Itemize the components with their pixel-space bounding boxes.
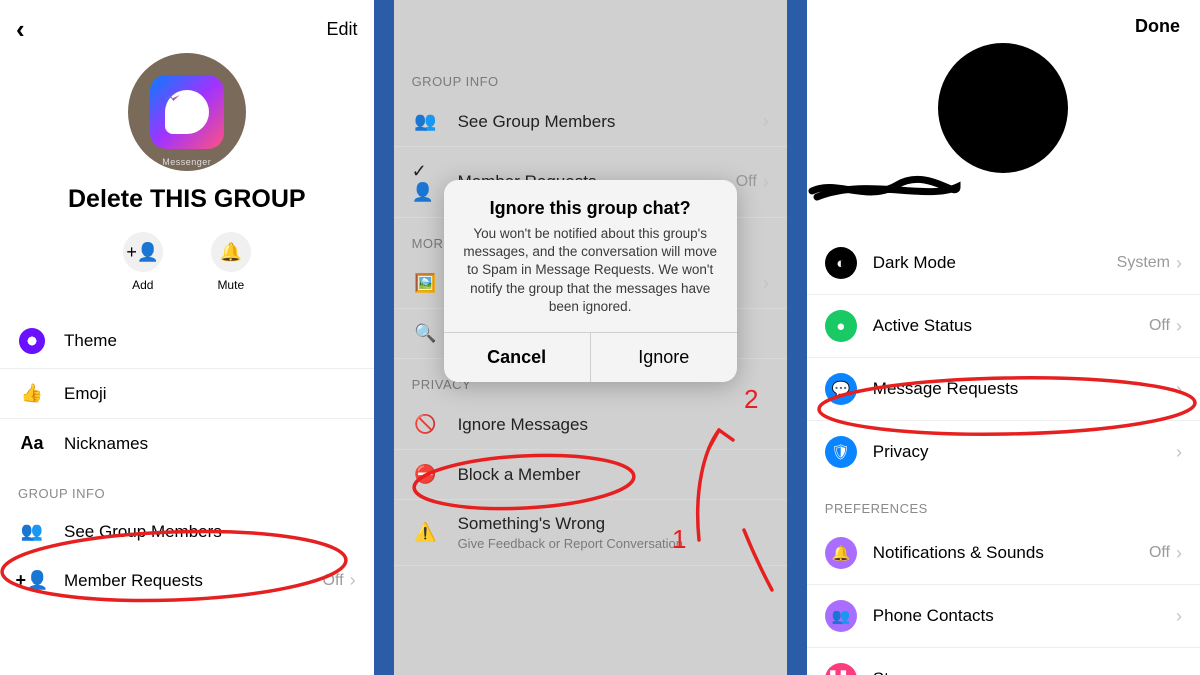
edit-button[interactable]: Edit <box>327 19 358 40</box>
ignore-button[interactable]: Ignore <box>590 333 737 382</box>
add-member-button[interactable]: +👤 Add <box>123 232 163 292</box>
group-title: Delete THIS GROUP <box>0 185 374 214</box>
redacted-name-scribble <box>807 173 962 205</box>
chevron-right-icon: › <box>763 273 769 294</box>
chevron-right-icon: › <box>1176 253 1182 274</box>
alert-title: Ignore this group chat? <box>462 198 719 219</box>
thumbs-up-icon: 👍 <box>18 383 46 404</box>
members-icon: 👥 <box>412 111 440 132</box>
search-icon: 🔍 <box>412 323 440 344</box>
phone-contacts-row[interactable]: 👥 Phone Contacts › <box>807 585 1200 648</box>
nicknames-row[interactable]: Aa Nicknames <box>0 419 374 468</box>
chevron-right-icon: › <box>1176 669 1182 675</box>
chevron-right-icon: › <box>763 172 769 193</box>
photo-icon: 🖼️ <box>412 273 440 294</box>
chevron-right-icon: › <box>1176 543 1182 564</box>
notifications-row[interactable]: 🔔 Notifications & Sounds Off › <box>807 522 1200 585</box>
section-group-info-2: GROUP INFO <box>394 56 787 97</box>
text-icon: Aa <box>18 433 46 454</box>
group-avatar[interactable]: Messenger <box>128 53 246 171</box>
section-preferences: PREFERENCES <box>807 483 1200 522</box>
contacts-icon: 👥 <box>825 600 857 632</box>
somethings-wrong-row[interactable]: ⚠️ Something's Wrong Give Feedback or Re… <box>394 500 787 566</box>
bell-icon: 🔔 <box>220 242 242 263</box>
add-user-icon: +👤 <box>126 242 159 263</box>
see-group-members-row[interactable]: 👥 See Group Members <box>0 507 374 556</box>
profile-avatar[interactable] <box>938 43 1068 173</box>
section-group-info: GROUP INFO <box>0 468 374 507</box>
panel-ignore-dialog: GROUP INFO 👥 See Group Members › ✓👤 Memb… <box>394 0 787 675</box>
see-members-row-2[interactable]: 👥 See Group Members › <box>394 97 787 147</box>
emoji-row[interactable]: 👍 Emoji <box>0 369 374 419</box>
chevron-right-icon: › <box>350 570 356 591</box>
shield-icon: 🛡 <box>825 436 857 468</box>
ignore-icon: 🚫 <box>412 414 440 435</box>
theme-row[interactable]: Theme <box>0 314 374 369</box>
done-button[interactable]: Done <box>1135 16 1180 37</box>
bell-icon: 🔔 <box>825 537 857 569</box>
chevron-right-icon: › <box>763 111 769 132</box>
block-member-row[interactable]: ⛔ Block a Member <box>394 450 787 500</box>
alert-message: You won't be notified about this group's… <box>462 225 719 316</box>
block-icon: ⛔ <box>412 464 440 485</box>
active-status-row[interactable]: ● Active Status Off › <box>807 295 1200 358</box>
chevron-right-icon: › <box>1176 442 1182 463</box>
moon-icon: ◐ <box>825 247 857 279</box>
panel-group-settings: ‹ Edit Messenger Delete THIS GROUP +👤 Ad… <box>0 0 374 675</box>
member-requests-row[interactable]: +👤 Member Requests Off › <box>0 556 374 605</box>
ignore-alert: Ignore this group chat? You won't be not… <box>444 180 737 382</box>
message-icon: 💬 <box>825 373 857 405</box>
mute-button[interactable]: 🔔 Mute <box>211 232 251 292</box>
story-icon: ▌▌ <box>825 663 857 675</box>
theme-icon <box>19 328 45 354</box>
avatar-caption: Messenger <box>162 157 211 167</box>
chevron-right-icon: › <box>1176 379 1182 400</box>
dark-mode-row[interactable]: ◐ Dark Mode System › <box>807 232 1200 295</box>
story-row[interactable]: ▌▌ Story › <box>807 648 1200 675</box>
cancel-button[interactable]: Cancel <box>444 333 590 382</box>
back-icon[interactable]: ‹ <box>16 14 25 45</box>
panel-me-settings: Done ◐ Dark Mode System › ● Active Statu… <box>807 0 1200 675</box>
privacy-row[interactable]: 🛡 Privacy › <box>807 421 1200 483</box>
chevron-right-icon: › <box>1176 606 1182 627</box>
warning-icon: ⚠️ <box>412 522 440 543</box>
active-icon: ● <box>825 310 857 342</box>
add-user-check-icon: ✓👤 <box>412 161 440 203</box>
add-user-icon: +👤 <box>18 570 46 591</box>
chevron-right-icon: › <box>1176 316 1182 337</box>
message-requests-row[interactable]: 💬 Message Requests › <box>807 358 1200 421</box>
ignore-messages-row[interactable]: 🚫 Ignore Messages <box>394 400 787 450</box>
members-icon: 👥 <box>18 521 46 542</box>
